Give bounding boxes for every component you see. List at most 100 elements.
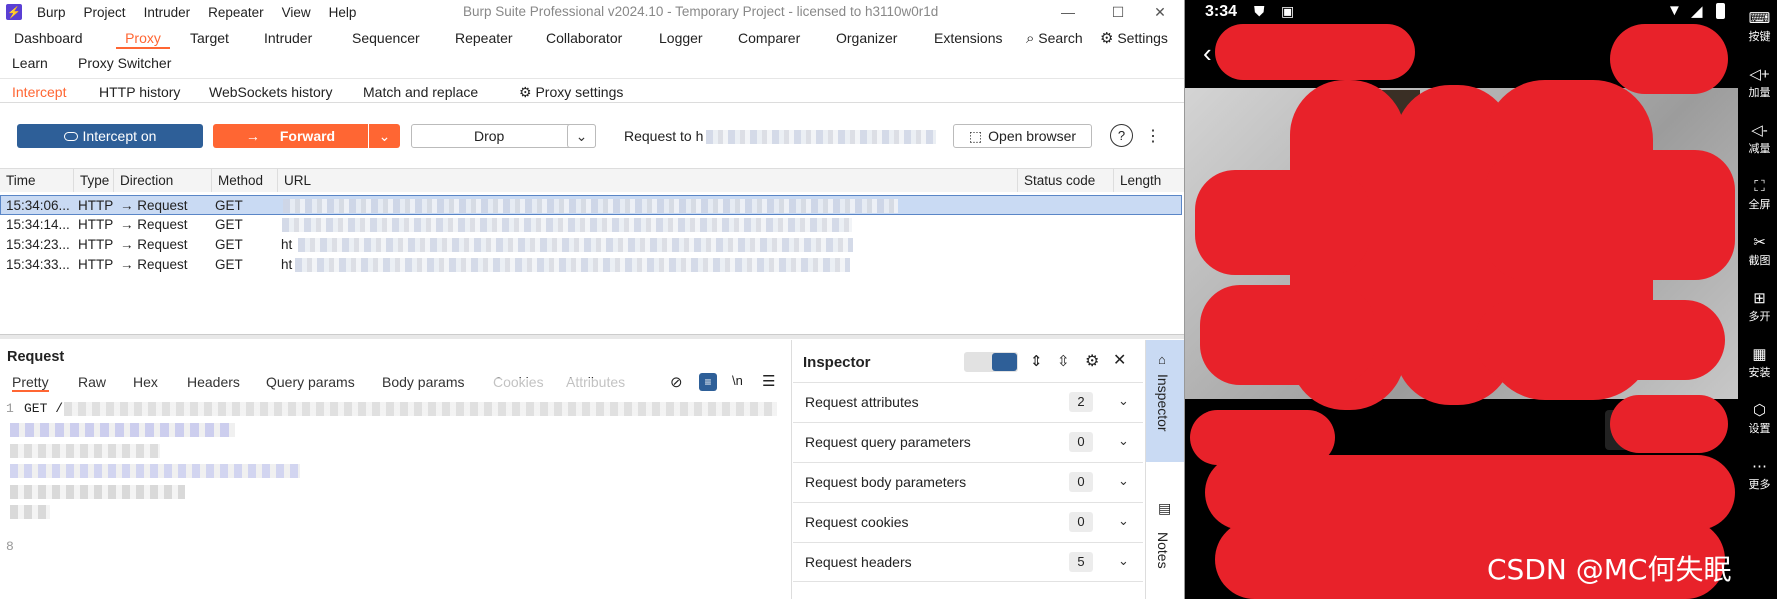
section-label: Request attributes xyxy=(805,394,919,410)
redaction-mark xyxy=(1610,24,1728,94)
tab-body-params[interactable]: Body params xyxy=(382,374,464,390)
scissors-icon: ✂ xyxy=(1753,234,1766,251)
tab-intruder[interactable]: Intruder xyxy=(264,27,312,49)
arrow-right-icon: → xyxy=(245,128,260,144)
gear-icon[interactable]: ⚙ xyxy=(1085,351,1099,371)
minimize-button[interactable]: — xyxy=(1058,2,1078,22)
chevron-down-icon: ⌄ xyxy=(1118,393,1129,408)
menu-burp[interactable]: Burp xyxy=(28,5,75,20)
menu-view[interactable]: View xyxy=(273,5,320,20)
table-row[interactable]: 15:34:06... HTTP → Request GET xyxy=(0,195,1182,215)
tab-http-history[interactable]: HTTP history xyxy=(99,82,180,102)
inspector-section-body-parameters[interactable]: Request body parameters 0 ⌄ xyxy=(793,462,1143,502)
menu-help[interactable]: Help xyxy=(320,5,366,20)
column-type[interactable]: Type xyxy=(74,169,114,192)
intercept-toggle-button[interactable]: Intercept on xyxy=(17,124,203,148)
tab-hex[interactable]: Hex xyxy=(133,374,158,390)
row-direction: → Request xyxy=(120,257,188,272)
tab-match-and-replace[interactable]: Match and replace xyxy=(363,82,478,102)
tab-comparer[interactable]: Comparer xyxy=(738,27,800,49)
chevron-down-icon: ⌄ xyxy=(1118,513,1129,528)
keyboard-button[interactable]: ⌨ 按键 xyxy=(1742,10,1777,44)
settings-button[interactable]: ⚙ Settings xyxy=(1100,27,1168,49)
column-direction[interactable]: Direction xyxy=(114,169,212,192)
redacted-header xyxy=(10,485,185,499)
tab-proxy[interactable]: Proxy xyxy=(116,27,170,49)
menu-intruder[interactable]: Intruder xyxy=(135,5,200,20)
multi-open-button[interactable]: ⊞ 多开 xyxy=(1742,290,1777,324)
tab-organizer[interactable]: Organizer xyxy=(836,27,897,49)
volume-down-button[interactable]: ◁- 减量 xyxy=(1742,122,1777,156)
search-button[interactable]: ⌕ Search xyxy=(1026,27,1083,49)
volume-up-icon: ◁+ xyxy=(1749,66,1770,83)
menu-icon[interactable]: ☰ xyxy=(762,372,775,390)
drop-dropdown-button[interactable]: ⌄ xyxy=(567,124,596,148)
column-time[interactable]: Time xyxy=(0,169,74,192)
tab-logger[interactable]: Logger xyxy=(659,27,703,49)
side-tab-inspector[interactable]: ⌂ Inspector xyxy=(1146,340,1184,462)
tab-repeater[interactable]: Repeater xyxy=(455,27,513,49)
tab-dashboard[interactable]: Dashboard xyxy=(14,27,83,49)
more-options-button[interactable]: ⋮ xyxy=(1145,124,1161,148)
tab-pretty[interactable]: Pretty xyxy=(12,374,49,392)
side-tab-notes[interactable]: ▤ Notes xyxy=(1146,500,1184,596)
layout-side-icon[interactable] xyxy=(992,353,1017,371)
pane-splitter[interactable] xyxy=(0,334,1184,339)
row-time: 15:34:23... xyxy=(6,237,70,252)
more-button[interactable]: ⋯ 更多 xyxy=(1742,458,1777,492)
tab-raw[interactable]: Raw xyxy=(78,374,106,390)
redacted-request-line xyxy=(64,402,777,416)
close-icon[interactable]: ✕ xyxy=(1113,350,1126,370)
close-button[interactable]: ✕ xyxy=(1150,2,1170,22)
wrap-toggle-icon[interactable]: ≡ xyxy=(699,373,717,391)
forward-dropdown-button[interactable]: ⌄ xyxy=(369,124,400,148)
collapse-all-icon[interactable]: ⇳ xyxy=(1057,352,1070,370)
inspector-icon: ⌂ xyxy=(1158,352,1166,367)
apk-icon: ▦ xyxy=(1752,346,1767,363)
table-row[interactable]: 15:34:14... HTTP → Request GET xyxy=(0,215,1182,235)
rb-label: 多开 xyxy=(1748,311,1771,323)
open-browser-button[interactable]: ⬚ Open browser xyxy=(953,124,1092,148)
settings-icon: ⬡ xyxy=(1752,402,1767,419)
tab-headers[interactable]: Headers xyxy=(187,374,240,390)
row-type: HTTP xyxy=(78,198,114,213)
column-length[interactable]: Length xyxy=(1114,169,1184,192)
tab-query-params[interactable]: Query params xyxy=(266,374,355,390)
expand-all-icon[interactable]: ⇕ xyxy=(1030,352,1043,370)
back-arrow-icon[interactable]: ‹ xyxy=(1203,38,1212,69)
tab-proxy-switcher[interactable]: Proxy Switcher xyxy=(78,52,171,74)
tab-intercept[interactable]: Intercept xyxy=(12,82,66,102)
tab-collaborator[interactable]: Collaborator xyxy=(546,27,622,49)
install-apk-button[interactable]: ▦ 安装 xyxy=(1742,346,1777,380)
inspector-section-request-attributes[interactable]: Request attributes 2 ⌄ xyxy=(793,382,1143,422)
newline-toggle[interactable]: \n xyxy=(732,373,743,388)
redacted-url xyxy=(282,218,852,232)
table-row[interactable]: 15:34:33... HTTP → Request GET ht xyxy=(0,255,1182,275)
fullscreen-button[interactable]: ⛶ 全屏 xyxy=(1742,178,1777,212)
tab-extensions[interactable]: Extensions xyxy=(934,27,1002,49)
proxy-settings-button[interactable]: ⚙ Proxy settings xyxy=(519,82,623,102)
inspector-section-query-parameters[interactable]: Request query parameters 0 ⌄ xyxy=(793,422,1143,462)
tab-sequencer[interactable]: Sequencer xyxy=(352,27,420,49)
column-method[interactable]: Method xyxy=(212,169,278,192)
tab-target[interactable]: Target xyxy=(190,27,229,49)
wifi-icon: ▼ xyxy=(1667,2,1682,19)
hide-icon[interactable]: ⊘ xyxy=(670,373,683,391)
table-row[interactable]: 15:34:23... HTTP → Request GET ht xyxy=(0,235,1182,255)
maximize-button[interactable]: ☐ xyxy=(1108,2,1128,22)
column-url[interactable]: URL xyxy=(278,169,1018,192)
help-button[interactable]: ? xyxy=(1110,124,1133,147)
column-status-code[interactable]: Status code xyxy=(1018,169,1114,192)
chevron-down-icon: ⌄ xyxy=(1118,433,1129,448)
menu-repeater[interactable]: Repeater xyxy=(199,5,273,20)
tab-websockets-history[interactable]: WebSockets history xyxy=(209,82,332,102)
forward-button[interactable]: → Forward xyxy=(213,124,368,148)
inspector-section-headers[interactable]: Request headers 5 ⌄ xyxy=(793,542,1143,582)
inspector-section-cookies[interactable]: Request cookies 0 ⌄ xyxy=(793,502,1143,542)
settings-button[interactable]: ⬡ 设置 xyxy=(1742,402,1777,436)
menu-project[interactable]: Project xyxy=(75,5,135,20)
request-line: GET / xyxy=(24,401,64,416)
screenshot-button[interactable]: ✂ 截图 xyxy=(1742,234,1777,268)
volume-up-button[interactable]: ◁+ 加量 xyxy=(1742,66,1777,100)
tab-learn[interactable]: Learn xyxy=(12,52,48,74)
